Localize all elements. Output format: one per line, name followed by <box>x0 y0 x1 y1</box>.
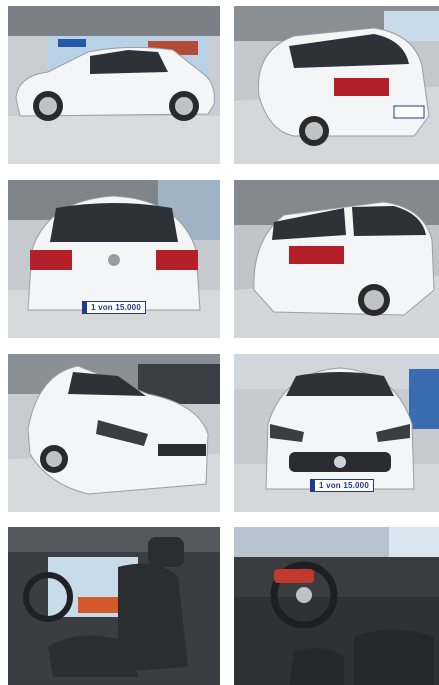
photo-rear-view[interactable]: 1 von 15.000 <box>8 180 220 338</box>
plate-text: 1 von 15.000 <box>91 303 141 312</box>
photo-side-view[interactable] <box>8 6 220 164</box>
license-plate: 1 von 15.000 <box>82 301 146 314</box>
photo-rear-quarter-view[interactable] <box>234 180 439 338</box>
photo-front-three-quarter-view[interactable] <box>8 354 220 512</box>
photo-interior-seats[interactable] <box>8 527 220 685</box>
plate-text: 1 von 15.000 <box>319 481 369 490</box>
photo-front-view[interactable]: 1 von 15.000 <box>234 354 439 512</box>
photo-rear-three-quarter-view[interactable] <box>234 6 439 164</box>
photo-interior-dashboard[interactable] <box>234 527 439 685</box>
license-plate: 1 von 15.000 <box>310 479 374 492</box>
photo-gallery: 1 von 15.000 1 von 15.000 <box>0 0 439 685</box>
